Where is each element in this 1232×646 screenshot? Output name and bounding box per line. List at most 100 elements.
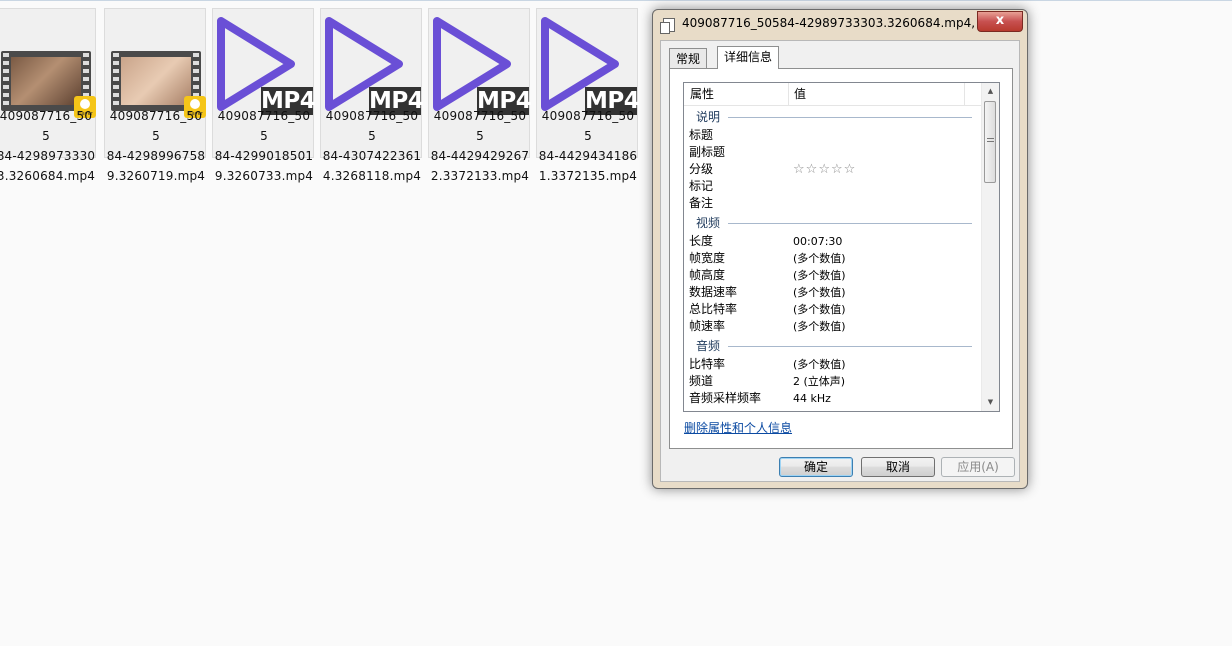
- section-header: 音频: [684, 335, 982, 356]
- file-tile[interactable]: MP4 409087716_505 84-4299018501 9.3260733.m…: [212, 8, 316, 183]
- file-properties-icon: [660, 18, 675, 34]
- property-row[interactable]: 标题: [684, 127, 982, 144]
- file-name-line: 9.3260719.mp4: [106, 169, 206, 183]
- property-row[interactable]: 数据速率 (多个数值): [684, 284, 982, 301]
- property-value: 2 (立体声): [793, 375, 846, 388]
- remove-properties-link[interactable]: 删除属性和个人信息: [684, 419, 792, 436]
- details-panel: 属性 值 说明 标题 副标题 分级 ☆☆☆☆☆ 标记 备注 视频 长度 00:07:30 帧宽度 (多…: [669, 68, 1013, 449]
- close-button[interactable]: x: [977, 11, 1023, 32]
- scroll-down-arrow-icon[interactable]: ▼: [982, 394, 999, 411]
- file-tile[interactable]: MP4 409087716_505 84-4307422361 4.3268118.m…: [320, 8, 424, 183]
- property-name: 标题: [689, 128, 714, 142]
- file-tile[interactable]: Player 409087716_505 84-4298973330 3.326068…: [0, 8, 96, 183]
- file-name[interactable]: 409087716_505 84-4299018501 9.3260733.mp4: [214, 106, 314, 186]
- dialog-client-area: 常规 详细信息 属性 值 说明 标题 副标题 分级 ☆☆☆☆☆ 标记 备注 视频 长度 00:07…: [660, 40, 1020, 482]
- property-name: 数据速率: [689, 285, 738, 299]
- property-row[interactable]: 长度 00:07:30: [684, 233, 982, 250]
- property-name: 长度: [689, 234, 714, 248]
- property-value: 44 kHz: [793, 392, 831, 405]
- file-name-line: 3.3260684.mp4: [0, 169, 96, 183]
- property-row[interactable]: 帧速率 (多个数值): [684, 318, 982, 335]
- section-divider: [728, 223, 972, 224]
- section-divider: [728, 346, 972, 347]
- file-name-line: 84-4298996758: [106, 149, 206, 163]
- ok-button[interactable]: 确定: [779, 457, 853, 477]
- column-header-property[interactable]: 属性: [690, 83, 714, 105]
- property-row[interactable]: 帧宽度 (多个数值): [684, 250, 982, 267]
- rating-star-icon[interactable]: ☆: [844, 162, 857, 177]
- section-divider: [728, 117, 972, 118]
- property-name: 标记: [689, 179, 714, 193]
- section-label: 说明: [696, 110, 725, 124]
- vertical-scrollbar[interactable]: ▲ ▼: [981, 83, 999, 411]
- rating-star-icon[interactable]: ☆: [806, 162, 819, 177]
- tab-general[interactable]: 常规: [669, 48, 708, 68]
- file-name-line: 409087716_505: [109, 109, 203, 143]
- file-name[interactable]: 409087716_505 84-4429434186 1.3372135.mp4: [538, 106, 638, 186]
- property-row[interactable]: 比特率 (多个数值): [684, 356, 982, 373]
- scroll-thumb[interactable]: [984, 101, 996, 183]
- rating-star-icon[interactable]: ☆: [793, 162, 806, 177]
- section-header: 视频: [684, 212, 982, 233]
- dialog-title: 409087716_50584-42989733303.3260684.mp4,…: [682, 16, 978, 30]
- file-name[interactable]: 409087716_505 84-4298973330 3.3260684.mp4: [0, 106, 96, 186]
- file-name-line: 84-4307422361: [322, 149, 422, 163]
- rating-stars[interactable]: ☆☆☆☆☆: [793, 161, 856, 178]
- property-row[interactable]: 频道 2 (立体声): [684, 373, 982, 390]
- video-thumbnail: Player: [0, 15, 96, 118]
- file-name-line: 2.3372133.mp4: [430, 169, 530, 183]
- properties-dialog: 409087716_50584-42989733303.3260684.mp4,…: [652, 9, 1028, 489]
- mp4-file-icon: MP4: [321, 15, 424, 115]
- property-row[interactable]: 音频采样频率 44 kHz: [684, 390, 982, 407]
- file-name-line: 84-4298973330: [0, 149, 96, 163]
- column-divider[interactable]: [964, 83, 965, 105]
- property-row[interactable]: 分级 ☆☆☆☆☆: [684, 161, 982, 178]
- property-name: 备注: [689, 196, 714, 210]
- property-name: 分级: [689, 162, 714, 176]
- dialog-title-bar[interactable]: 409087716_50584-42989733303.3260684.mp4,…: [653, 10, 1027, 40]
- property-rows: 说明 标题 副标题 分级 ☆☆☆☆☆ 标记 备注 视频 长度 00:07:30 帧宽度 (多个数值) 帧…: [684, 106, 982, 407]
- property-row[interactable]: 备注: [684, 195, 982, 212]
- video-thumbnail: Player: [105, 15, 206, 118]
- rating-star-icon[interactable]: ☆: [831, 162, 844, 177]
- file-tile[interactable]: MP4 409087716_505 84-4429434186 1.3372135.m…: [536, 8, 640, 183]
- file-tile[interactable]: Player 409087716_505 84-4298996758 9.326071…: [104, 8, 206, 183]
- file-name-line: 1.3372135.mp4: [538, 169, 638, 183]
- file-tile[interactable]: MP4 409087716_505 84-4429429267 2.3372133.m…: [428, 8, 532, 183]
- property-name: 比特率: [689, 357, 726, 371]
- file-name[interactable]: 409087716_505 84-4307422361 4.3268118.mp4: [322, 106, 422, 186]
- column-divider[interactable]: [788, 83, 789, 105]
- file-name[interactable]: 409087716_505 84-4298996758 9.3260719.mp4: [106, 106, 206, 186]
- apply-button[interactable]: 应用(A): [941, 457, 1015, 477]
- column-header-value[interactable]: 值: [794, 83, 806, 105]
- property-row[interactable]: 帧高度 (多个数值): [684, 267, 982, 284]
- property-value: 00:07:30: [793, 235, 843, 248]
- scroll-up-arrow-icon[interactable]: ▲: [982, 83, 999, 100]
- rating-star-icon[interactable]: ☆: [818, 162, 831, 177]
- mp4-file-icon: MP4: [537, 15, 640, 115]
- cancel-button[interactable]: 取消: [861, 457, 935, 477]
- property-name: 帧高度: [689, 268, 726, 282]
- file-name-line: 409087716_505: [217, 109, 311, 143]
- file-name-line: 9.3260733.mp4: [214, 169, 314, 183]
- window-top-border: [0, 0, 1232, 1]
- property-name: 音频采样频率: [689, 391, 762, 405]
- property-name: 频道: [689, 374, 714, 388]
- property-row[interactable]: 副标题: [684, 144, 982, 161]
- file-name-line: 84-4299018501: [214, 149, 314, 163]
- section-header: 说明: [684, 106, 982, 127]
- property-list[interactable]: 属性 值 说明 标题 副标题 分级 ☆☆☆☆☆ 标记 备注 视频 长度 00:07:30 帧宽度 (多…: [683, 82, 1000, 412]
- property-row[interactable]: 标记: [684, 178, 982, 195]
- property-name: 总比特率: [689, 302, 738, 316]
- file-name-line: 4.3268118.mp4: [322, 169, 422, 183]
- section-label: 视频: [696, 216, 725, 230]
- property-row[interactable]: 总比特率 (多个数值): [684, 301, 982, 318]
- tab-details[interactable]: 详细信息: [717, 46, 780, 69]
- list-header: 属性 值: [684, 83, 982, 106]
- file-name[interactable]: 409087716_505 84-4429429267 2.3372133.mp4: [430, 106, 530, 186]
- property-value: (多个数值): [793, 269, 846, 282]
- section-label: 音频: [696, 339, 725, 353]
- property-value: (多个数值): [793, 358, 846, 371]
- mp4-file-icon: MP4: [429, 15, 532, 115]
- property-value: (多个数值): [793, 252, 846, 265]
